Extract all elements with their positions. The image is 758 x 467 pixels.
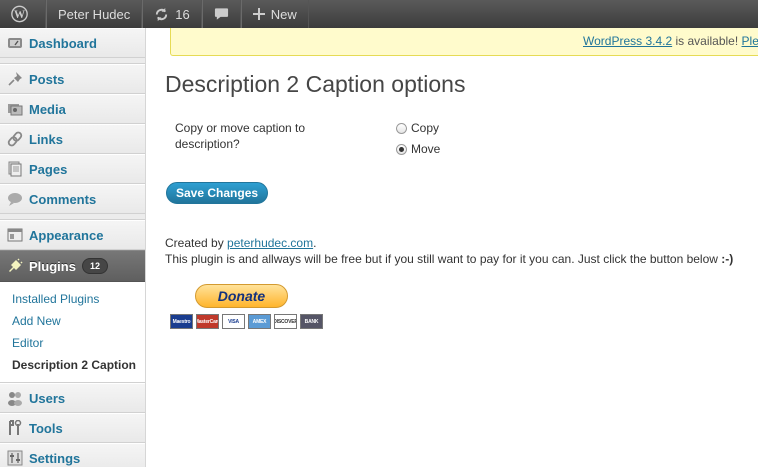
plugins-update-count-badge: 12 <box>81 258 108 274</box>
updates-count: 16 <box>175 6 190 22</box>
comment-bubble-icon <box>214 8 228 20</box>
copy-label: Copy <box>411 121 440 135</box>
comments-icon <box>7 191 23 207</box>
update-nag: WordPress 3.4.2 is available! Ple <box>170 28 758 56</box>
copy-option[interactable]: Copy <box>396 121 439 135</box>
menu-settings[interactable]: Settings <box>0 443 145 467</box>
menu-users[interactable]: Users <box>0 383 145 413</box>
comments-menu[interactable] <box>201 0 241 28</box>
admin-bar: W Peter Hudec 16 New <box>0 0 758 28</box>
discover-card-icon: DISCOVER <box>274 314 297 329</box>
amex-card-icon: AMEX <box>248 314 271 329</box>
refresh-icon <box>156 7 168 21</box>
menu-media[interactable]: Media <box>0 94 145 124</box>
menu-pages[interactable]: Pages <box>0 154 145 184</box>
user-name: Peter Hudec <box>58 6 131 22</box>
mastercard-card-icon: MasterCard <box>196 314 219 329</box>
submenu-editor[interactable]: Editor <box>0 332 145 354</box>
update-nag-text: is available! <box>672 34 742 48</box>
created-by-text: Created by peterhudec.com. <box>165 236 317 250</box>
users-icon <box>7 390 23 406</box>
move-label: Move <box>411 142 441 156</box>
pages-icon <box>7 161 23 177</box>
plus-icon <box>252 8 265 20</box>
caption-mode-label: Copy or move caption to description? <box>175 121 306 151</box>
submenu-add-new[interactable]: Add New <box>0 310 145 332</box>
menu-appearance[interactable]: Appearance <box>0 220 145 250</box>
please-update-link[interactable]: Ple <box>742 34 758 48</box>
smiley: :-) <box>721 252 734 266</box>
donation-note: This plugin is and allways will be free … <box>165 252 734 266</box>
pin-icon <box>7 71 23 87</box>
submenu-description-2-caption[interactable]: Description 2 Caption <box>0 354 145 376</box>
plugin-icon <box>7 258 23 274</box>
wordpress-logo-icon[interactable]: W <box>0 0 46 28</box>
menu-posts[interactable]: Posts <box>0 64 145 94</box>
admin-sidebar: Dashboard Posts Media Links Pages Commen… <box>0 28 146 467</box>
media-icon <box>7 101 23 117</box>
new-content-menu[interactable]: New <box>240 0 309 28</box>
donate-button[interactable]: Donate <box>195 284 288 308</box>
maestro-card-icon: Maestro <box>170 314 193 329</box>
visa-card-icon: VISA <box>222 314 245 329</box>
page-title: Description 2 Caption options <box>165 71 466 97</box>
move-option[interactable]: Move <box>396 142 440 156</box>
payment-cards: Maestro MasterCard VISA AMEX DISCOVER BA… <box>170 314 323 329</box>
settings-icon <box>7 450 23 466</box>
copy-radio[interactable] <box>396 122 407 134</box>
dashboard-icon <box>7 35 23 51</box>
link-icon <box>7 131 23 147</box>
menu-plugins[interactable]: Plugins 12 <box>0 250 145 282</box>
menu-comments[interactable]: Comments <box>0 184 145 214</box>
submenu-installed-plugins[interactable]: Installed Plugins <box>0 288 145 310</box>
tools-icon <box>7 419 23 436</box>
svg-text:W: W <box>14 9 25 21</box>
menu-links[interactable]: Links <box>0 124 145 154</box>
save-changes-button[interactable]: Save Changes <box>166 182 269 204</box>
author-link[interactable]: peterhudec.com <box>227 236 313 250</box>
plugins-submenu: Installed Plugins Add New Editor Descrip… <box>0 282 145 383</box>
updates-menu[interactable]: 16 <box>142 0 202 28</box>
new-label: New <box>270 6 297 22</box>
bank-card-icon: BANK <box>300 314 323 329</box>
menu-dashboard[interactable]: Dashboard <box>0 28 145 58</box>
move-radio[interactable] <box>396 143 407 155</box>
wordpress-update-link[interactable]: WordPress 3.4.2 <box>583 34 672 48</box>
user-menu[interactable]: Peter Hudec <box>46 0 143 28</box>
appearance-icon <box>7 227 23 243</box>
menu-tools[interactable]: Tools <box>0 413 145 443</box>
